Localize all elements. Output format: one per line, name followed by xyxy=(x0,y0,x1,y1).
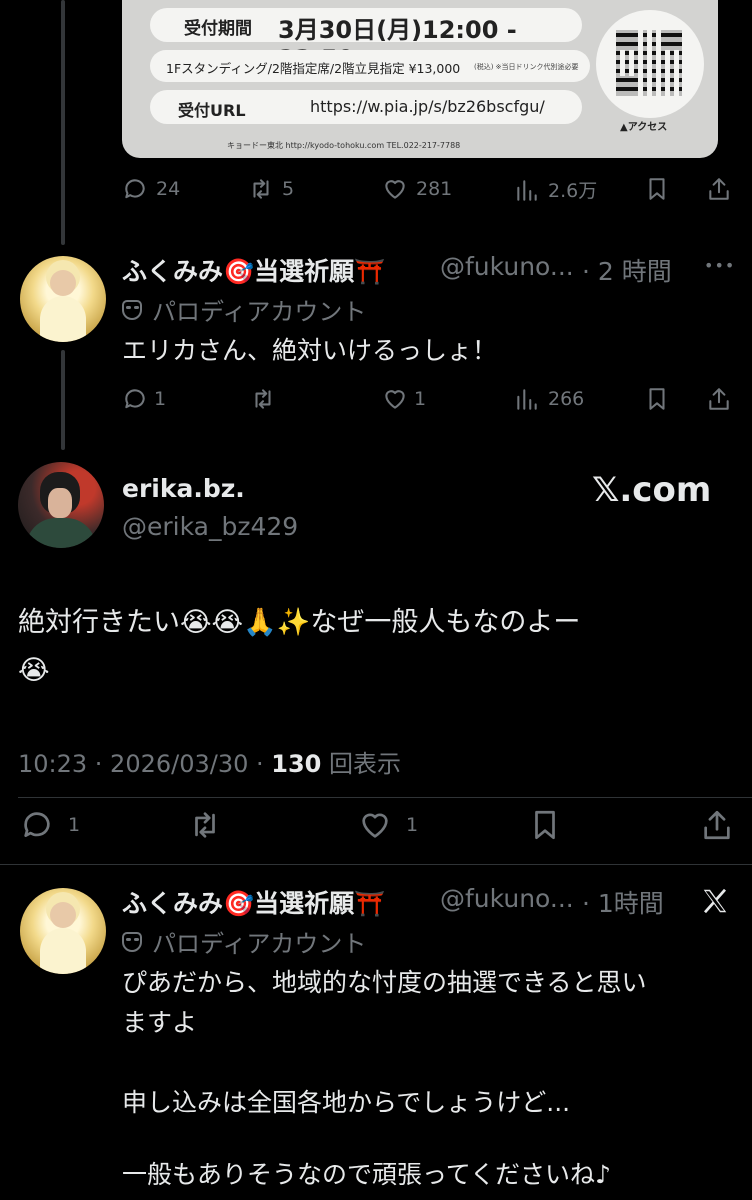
divider xyxy=(18,797,752,798)
ticket-url-value: https://w.pia.jp/s/bz26bscfgu/ xyxy=(310,97,545,116)
ticket-image[interactable]: 受付期間 3月30日(月)12:00 - 23:59 1Fスタンディング/2階指… xyxy=(122,0,718,158)
like-button[interactable]: 281 xyxy=(382,176,452,202)
ticket-seat-row: 1Fスタンディング/2階指定席/2階立見指定 ¥13,000 (税込) ※当日ド… xyxy=(150,50,590,82)
qr-code-area xyxy=(596,10,704,118)
ticket-seat-info: 1Fスタンディング/2階指定席/2階立見指定 ¥13,000 xyxy=(166,61,461,76)
heart-icon xyxy=(385,390,405,409)
like-button[interactable]: 1 xyxy=(382,386,426,412)
share-button[interactable] xyxy=(700,808,734,842)
like-count: 281 xyxy=(416,178,453,200)
reply2-display-name[interactable]: ふくみみ🎯当選祈願⛩️ xyxy=(122,884,385,920)
reply2-handle[interactable]: @fukuno... xyxy=(440,884,574,913)
share-icon xyxy=(709,388,729,410)
ticket-url-label: 受付URL xyxy=(178,101,246,120)
views-icon xyxy=(517,389,537,410)
bookmark-icon xyxy=(649,388,665,410)
reply-button[interactable]: 1 xyxy=(122,386,166,412)
reply-count: 24 xyxy=(156,178,181,200)
share-icon xyxy=(709,178,729,200)
bookmark-button[interactable] xyxy=(644,386,670,412)
ticket-access-label: ▲アクセス xyxy=(620,122,668,133)
main-timestamp-row: 10:23 · 2026/03/30 · 130 回表示 xyxy=(18,744,401,779)
thread-line-top xyxy=(61,0,65,245)
reply2-text-line1: ぴあだから、地域的な忖度の抽選できると思い xyxy=(122,968,647,997)
ticket-url-row: 受付URL https://w.pia.jp/s/bz26bscfgu/ xyxy=(150,90,582,124)
retweet-count: 5 xyxy=(282,178,295,200)
reply-icon xyxy=(24,812,50,837)
views-button[interactable]: 266 xyxy=(514,386,584,412)
x-com-watermark: 𝕏.com xyxy=(592,470,712,510)
reply2-text-line4: 一般もありそうなので頑張ってくださいね♪ xyxy=(122,1160,611,1189)
reply1-handle[interactable]: @fukuno... xyxy=(440,252,574,281)
reply2-text-line3: 申し込みは全国各地からでしょうけど... xyxy=(122,1088,571,1117)
mask-icon xyxy=(122,299,142,320)
reply2-time[interactable]: · 1時間 xyxy=(582,884,664,920)
ticket-period-label: 受付期間 xyxy=(184,19,252,39)
views-count: 266 xyxy=(548,388,585,410)
share-icon xyxy=(704,810,730,840)
qr-code-icon xyxy=(616,30,682,96)
like-count: 1 xyxy=(406,814,419,836)
bookmark-icon xyxy=(535,810,555,840)
main-timestamp[interactable]: 10:23 · 2026/03/30 · xyxy=(18,750,271,778)
ticket-period-row: 受付期間 3月30日(月)12:00 - 23:59 xyxy=(150,8,582,73)
avatar-erika[interactable] xyxy=(18,462,104,548)
reply1-parody-label: パロディアカウント xyxy=(152,298,367,326)
mask-icon xyxy=(122,931,142,952)
retweet-button[interactable]: 5 xyxy=(248,176,294,202)
reply1-text: エリカさん、絶対いけるっしょ！ xyxy=(122,336,498,365)
share-button[interactable] xyxy=(706,386,732,412)
like-button[interactable]: 1 xyxy=(358,808,418,842)
main-display-name[interactable]: erika.bz. xyxy=(122,474,245,503)
divider xyxy=(0,864,752,865)
x-logo-icon[interactable] xyxy=(700,886,730,916)
retweet-button[interactable] xyxy=(250,386,276,412)
main-text-line2: 😭 xyxy=(18,655,50,686)
retweet-icon xyxy=(255,389,271,409)
retweet-button[interactable] xyxy=(188,808,222,842)
reply1-parody-badge: パロディアカウント xyxy=(122,292,366,327)
heart-icon xyxy=(362,813,388,838)
main-text-line1: 絶対行きたい😭😭🙏✨なぜ一般人もなのよー xyxy=(18,607,581,638)
reply2-parody-badge: パロディアカウント xyxy=(122,924,366,959)
more-options-icon[interactable]: ••• xyxy=(704,256,735,275)
main-views-count: 130 xyxy=(271,750,322,778)
like-count: 1 xyxy=(414,388,427,410)
main-views-label: 回表示 xyxy=(321,750,402,778)
bookmark-button[interactable] xyxy=(528,808,562,842)
reply2-text-line2: ますよ xyxy=(122,1008,198,1037)
views-button[interactable]: 2.6万 xyxy=(514,176,597,203)
views-count: 2.6万 xyxy=(548,180,598,202)
reply-count: 1 xyxy=(68,814,81,836)
bookmark-button[interactable] xyxy=(644,176,670,202)
ticket-seat-note: (税込) ※当日ドリンク代別途必要 xyxy=(474,63,579,71)
reply-icon xyxy=(125,179,145,199)
reply2-parody-label: パロディアカウント xyxy=(152,930,367,958)
avatar-fukumimi[interactable] xyxy=(20,256,106,342)
reply-button[interactable]: 1 xyxy=(20,808,80,842)
reply-button[interactable]: 24 xyxy=(122,176,180,202)
ticket-footer: キョードー東北 http://kyodo-tohoku.com TEL.022-… xyxy=(227,141,461,150)
avatar-fukumimi[interactable] xyxy=(20,888,106,974)
main-handle[interactable]: @erika_bz429 xyxy=(122,512,298,541)
retweet-icon xyxy=(253,179,269,199)
reply-icon xyxy=(125,389,145,409)
bookmark-icon xyxy=(649,178,665,200)
heart-icon xyxy=(385,180,405,199)
reply1-time[interactable]: · 2 時間 xyxy=(582,252,672,288)
reply1-display-name[interactable]: ふくみみ🎯当選祈願⛩️ xyxy=(122,252,385,288)
retweet-icon xyxy=(195,812,215,838)
share-button[interactable] xyxy=(706,176,732,202)
reply-count: 1 xyxy=(154,388,167,410)
views-icon xyxy=(517,179,537,201)
thread-line-middle xyxy=(61,350,65,450)
